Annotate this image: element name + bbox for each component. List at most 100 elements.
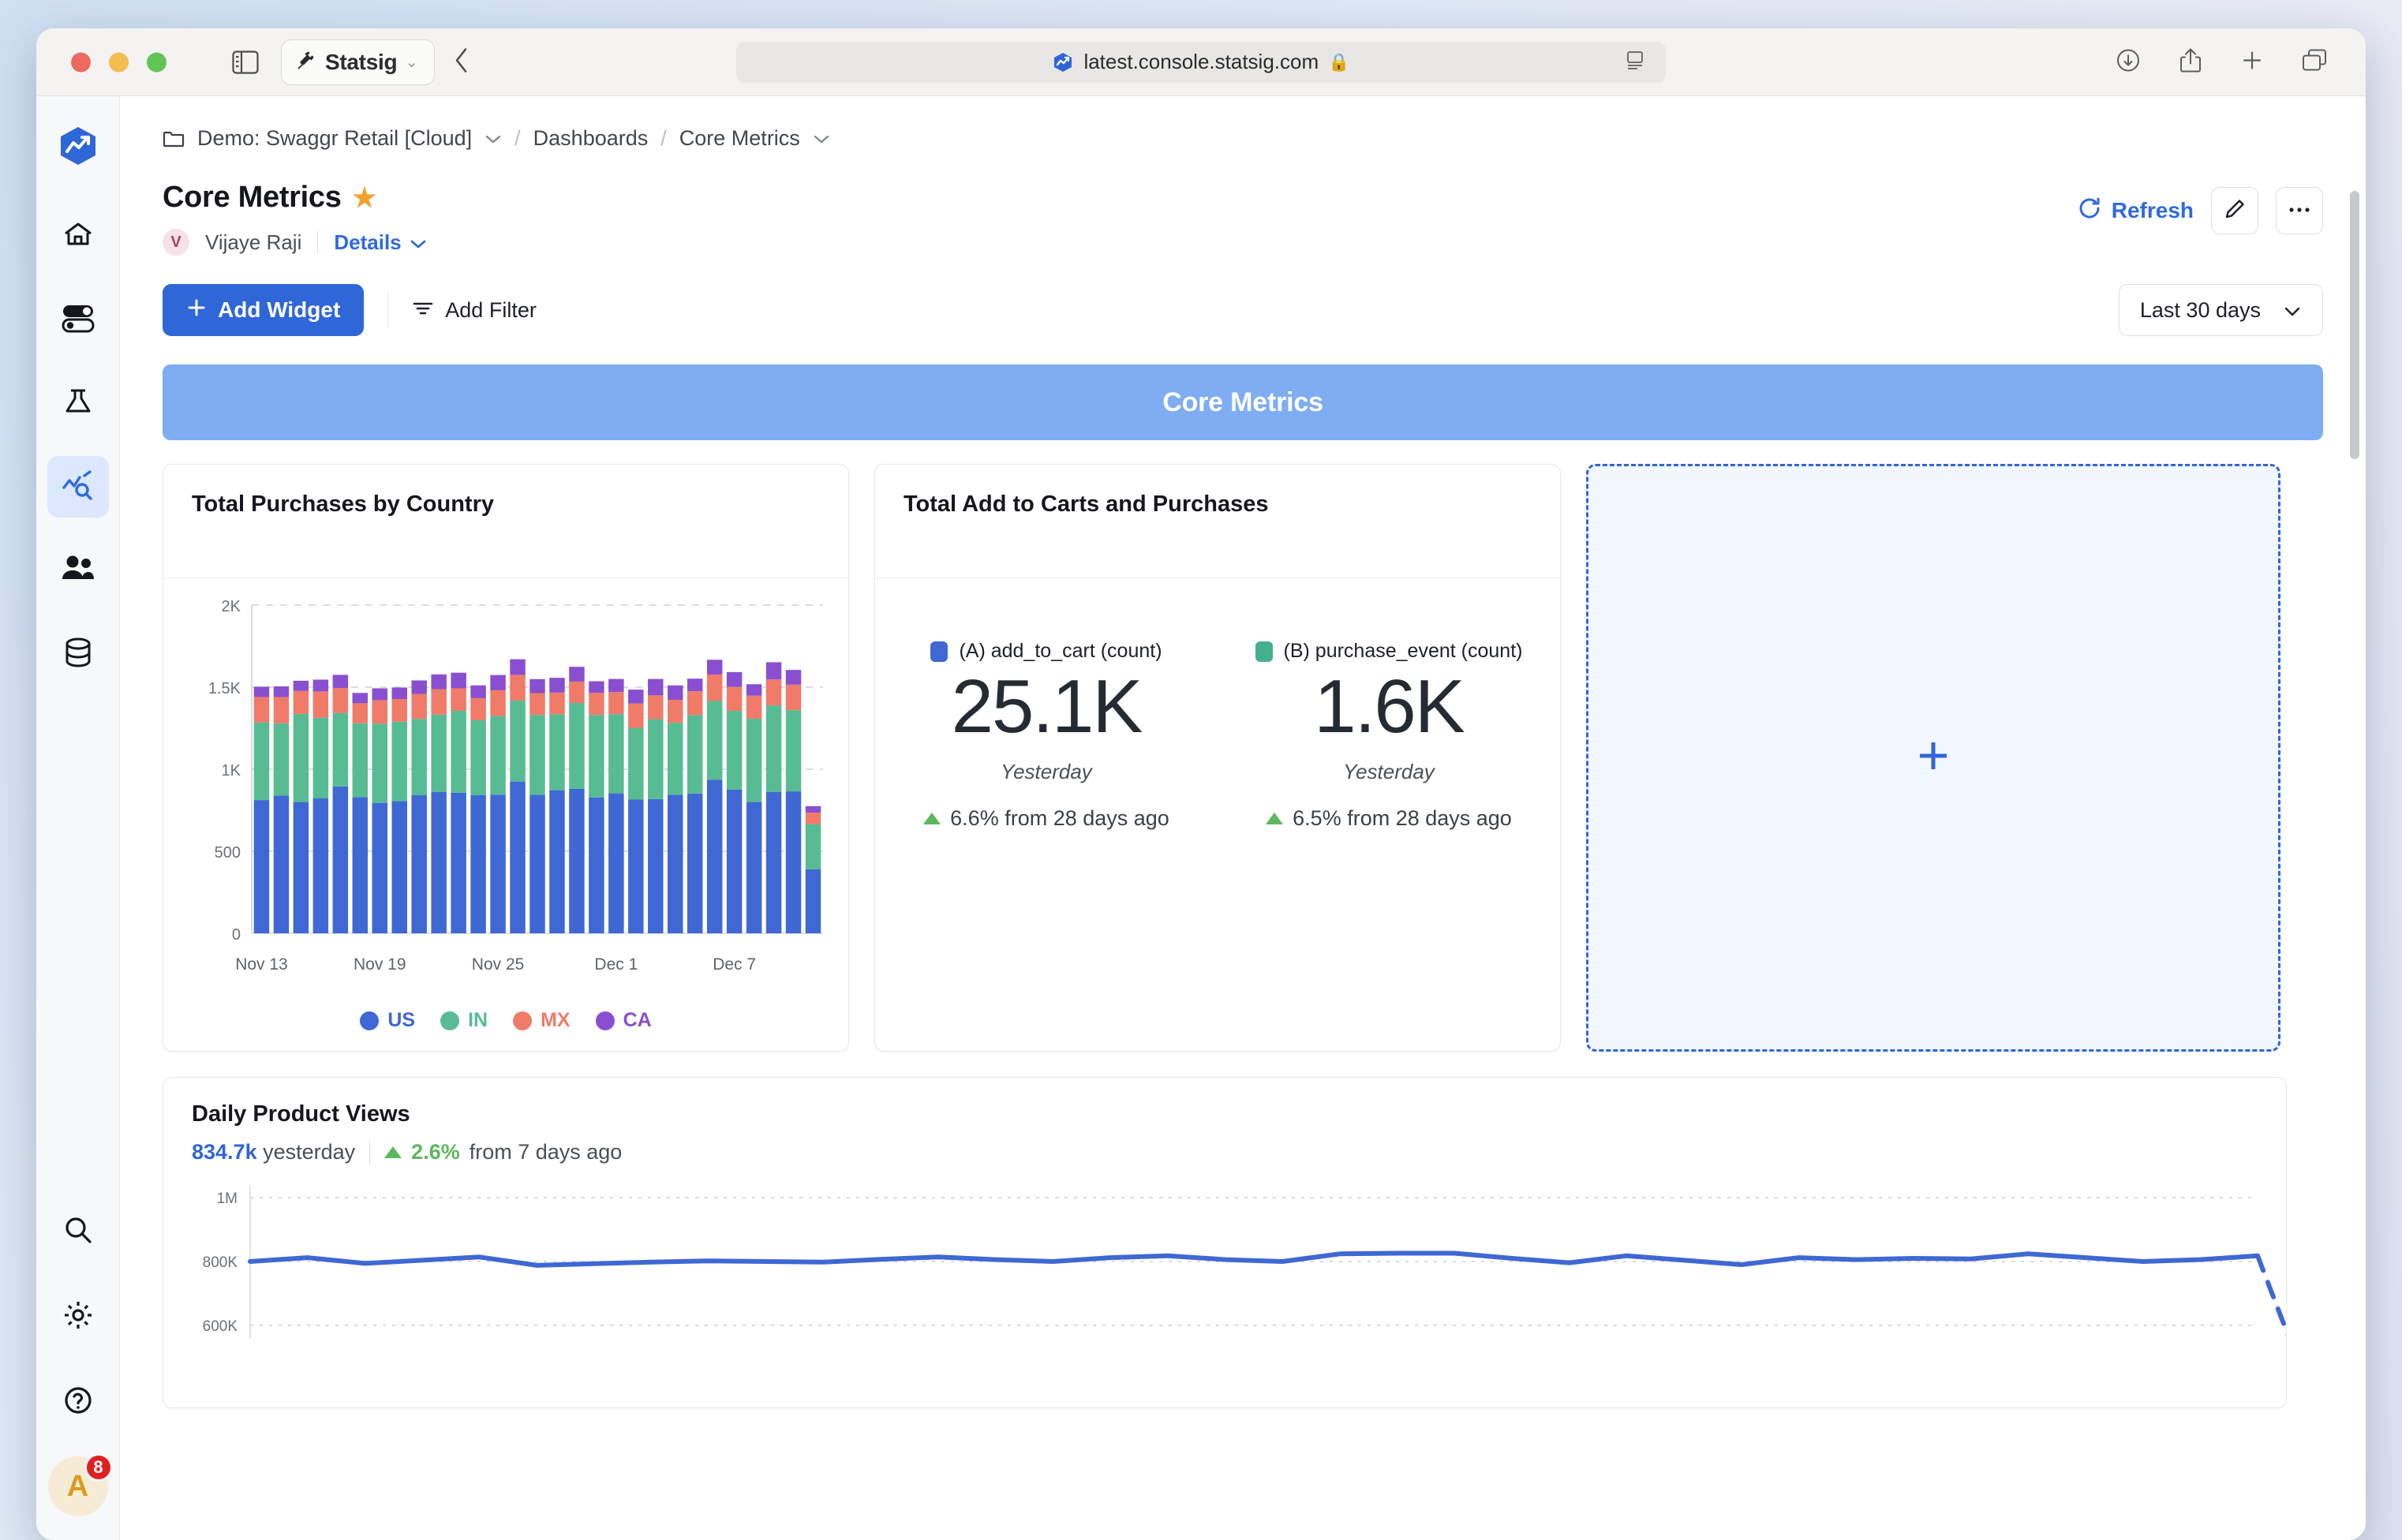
widget-header: Daily Product Views 834.7k yesterday 2.6… (163, 1078, 2286, 1164)
widget-body: (A) add_to_cart (count) 25.1K Yesterday … (875, 578, 1560, 1051)
profile-switcher-button[interactable]: Statsig ⌄ (281, 39, 436, 85)
minimize-window-button[interactable] (109, 52, 129, 72)
breadcrumb-dashboards[interactable]: Dashboards (533, 126, 649, 151)
page-title-text: Core Metrics (163, 181, 342, 214)
line-chart: 600K 800K 1M (203, 1185, 2286, 1338)
svg-text:1.5K: 1.5K (208, 680, 241, 697)
details-label: Details (334, 230, 402, 254)
refresh-button[interactable]: Refresh (2077, 196, 2194, 226)
profile-name: Statsig (325, 49, 398, 74)
widget-body: 600K 800K 1M (163, 1172, 2286, 1351)
widget-subtitle: 834.7k yesterday 2.6% from 7 days ago (192, 1140, 2258, 1164)
ellipsis-icon (2288, 204, 2311, 218)
back-chevron-icon[interactable] (453, 47, 470, 77)
title-block: Core Metrics ★ V Vijaye Raji Details (163, 181, 427, 256)
sidebar-item-experiments[interactable] (47, 372, 109, 434)
notification-badge: 8 (84, 1453, 113, 1482)
site-favicon-icon (1052, 51, 1074, 73)
breadcrumb: Demo: Swaggr Retail [Cloud] / Dashboards… (163, 96, 2323, 151)
maximize-window-button[interactable] (147, 52, 166, 72)
section-banner[interactable]: Core Metrics (163, 364, 2323, 440)
star-icon[interactable]: ★ (353, 182, 376, 214)
chevron-down-icon[interactable]: ⌄ (405, 54, 418, 70)
legend-item-mx[interactable]: MX (513, 1009, 571, 1032)
kpi-value: 1.6K (1314, 664, 1465, 749)
add-widget-button[interactable]: Add Widget (163, 284, 365, 336)
kpi-delta-label: 6.5% from 28 days ago (1293, 806, 1512, 830)
kpi-period: Yesterday (1001, 759, 1092, 783)
kpi-legend: (B) purchase_event (count) (1255, 640, 1523, 663)
close-window-button[interactable] (71, 52, 91, 72)
date-range-selector[interactable]: Last 30 days (2118, 284, 2323, 336)
pencil-icon (2224, 198, 2246, 224)
kpi-delta-label: 6.6% from 28 days ago (950, 806, 1169, 830)
sidebar-item-metrics[interactable] (47, 456, 109, 518)
kpi-legend-label: (A) add_to_cart (count) (959, 640, 1162, 662)
trend-up-icon (923, 812, 941, 824)
gear-icon (62, 1299, 95, 1336)
sidebar-item-home[interactable] (47, 205, 109, 267)
url-text: latest.console.statsig.com (1083, 50, 1319, 73)
legend-label: MX (541, 1009, 571, 1031)
legend-item-in[interactable]: IN (440, 1009, 488, 1032)
chevron-down-icon[interactable] (813, 133, 830, 144)
chevron-down-icon[interactable] (485, 133, 502, 144)
svg-text:2K: 2K (222, 598, 241, 615)
svg-text:Nov 13: Nov 13 (235, 955, 288, 974)
kpi-legend-label: (B) purchase_event (count) (1283, 640, 1523, 662)
kpi-add-to-cart: (A) add_to_cart (count) 25.1K Yesterday … (875, 640, 1218, 831)
chart-legend: US IN MX CA (163, 1009, 848, 1032)
widget-purchases-by-country[interactable]: Total Purchases by Country 0 500 1K 1.5K 2K N… (163, 464, 849, 1052)
details-button[interactable]: Details (334, 230, 426, 255)
legend-swatch (513, 1011, 533, 1030)
reader-view-icon[interactable] (1625, 50, 1645, 74)
hammer-icon (296, 50, 317, 75)
sidebar-item-people[interactable] (47, 540, 109, 601)
add-widget-placeholder[interactable] (1586, 464, 2280, 1052)
widget-carts-and-purchases[interactable]: Total Add to Carts and Purchases (A) add… (874, 464, 1561, 1052)
widget-body: 0 500 1K 1.5K 2K Nov 13 Nov 19 Nov 25 Dec 1 Dec 7… (163, 578, 848, 1051)
legend-swatch (440, 1011, 460, 1030)
section-banner-label: Core Metrics (1162, 387, 1323, 417)
sidebar-item-help[interactable] (47, 1371, 109, 1433)
sidebar-toggle-icon[interactable] (232, 50, 259, 74)
legend-swatch (360, 1011, 380, 1030)
add-filter-button[interactable]: Add Filter (412, 298, 537, 323)
kpi-legend: (A) add_to_cart (count) (930, 640, 1162, 663)
breadcrumb-page[interactable]: Core Metrics (679, 126, 800, 151)
legend-item-ca[interactable]: CA (595, 1009, 652, 1032)
sidebar-item-settings[interactable] (47, 1286, 109, 1348)
legend-swatch (595, 1011, 615, 1030)
breadcrumb-project[interactable]: Demo: Swaggr Retail [Cloud] (197, 126, 472, 151)
chevron-down-icon (2283, 298, 2302, 323)
owner-row: V Vijaye Raji Details (163, 229, 427, 256)
browser-actions (2115, 47, 2328, 77)
title-actions: Refresh (2077, 181, 2323, 234)
series-swatch-b (1255, 641, 1273, 662)
sidebar-item-data[interactable] (47, 623, 109, 685)
legend-label: CA (623, 1009, 652, 1031)
trend-up-icon (1266, 812, 1284, 824)
statsig-logo-icon[interactable] (47, 115, 109, 177)
toggles-icon (60, 301, 96, 339)
edit-dashboard-button[interactable] (2211, 187, 2258, 234)
tab-overview-icon[interactable] (2301, 47, 2328, 77)
rail-bottom-group: A 8 (47, 1201, 113, 1516)
svg-text:800K: 800K (203, 1254, 238, 1271)
add-filter-label: Add Filter (445, 297, 537, 322)
avatar[interactable]: A 8 (47, 1453, 113, 1516)
address-bar[interactable]: latest.console.statsig.com 🔒 (736, 41, 1666, 83)
dpv-delta: 2.6% (411, 1140, 460, 1164)
people-icon (60, 553, 96, 589)
sidebar-item-feature-gates[interactable] (47, 289, 109, 350)
legend-item-us[interactable]: US (360, 1009, 415, 1032)
share-icon[interactable] (2178, 47, 2203, 77)
widget-daily-product-views[interactable]: Daily Product Views 834.7k yesterday 2.6… (163, 1077, 2287, 1408)
sidebar-item-search[interactable] (47, 1201, 109, 1262)
page-scrollbar[interactable] (2350, 191, 2359, 459)
svg-text:1K: 1K (222, 762, 241, 779)
download-icon[interactable] (2115, 47, 2142, 77)
new-tab-plus-icon[interactable] (2239, 47, 2265, 77)
more-options-button[interactable] (2276, 187, 2323, 234)
lock-icon: 🔒 (1328, 51, 1350, 72)
